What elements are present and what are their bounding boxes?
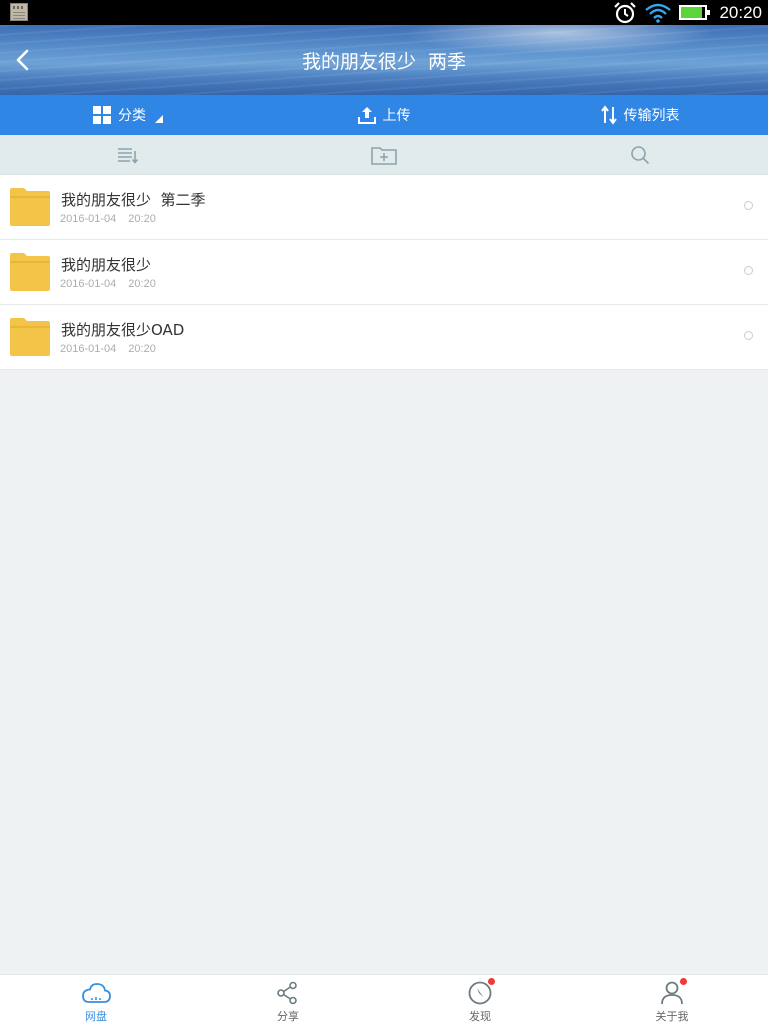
- grid-icon: [93, 106, 111, 124]
- file-list: 我的朋友很少 第二季 2016-01-04 20:20 我的朋友很少 2016-0…: [0, 175, 768, 370]
- search-button[interactable]: [512, 135, 768, 174]
- file-row[interactable]: 我的朋友很少 第二季 2016-01-04 20:20: [0, 175, 768, 240]
- nav-label: 网盘: [85, 1010, 107, 1023]
- page-title: 我的朋友很少 两季: [301, 51, 467, 73]
- file-row[interactable]: 我的朋友很少OAD 2016-01-04 20:20: [0, 305, 768, 370]
- cloud-icon: [82, 983, 111, 1003]
- nav-item-about-me[interactable]: 关于我: [576, 975, 768, 1024]
- notification-badge: [680, 978, 687, 985]
- search-icon: [631, 145, 650, 164]
- file-name: 我的朋友很少 第二季: [61, 191, 206, 209]
- file-date: 2016-01-04: [60, 278, 117, 290]
- alarm-icon: [614, 1, 637, 23]
- select-checkbox[interactable]: [744, 201, 753, 210]
- folder-icon: [10, 188, 50, 226]
- dropdown-caret-icon: [155, 115, 163, 123]
- nav-label: 发现: [469, 1010, 491, 1023]
- nav-label: 分享: [277, 1010, 299, 1023]
- transfer-arrows-icon: [600, 105, 617, 125]
- action-bar: 分类 上传 传输列表: [0, 95, 768, 135]
- file-meta: 2016-01-04 20:20: [60, 278, 156, 290]
- notification-app-icon: [10, 3, 28, 21]
- file-name: 我的朋友很少: [61, 256, 152, 274]
- status-bar: 20:20: [0, 0, 768, 25]
- share-icon: [277, 981, 297, 1005]
- file-time: 20:20: [128, 213, 156, 225]
- file-meta: 2016-01-04 20:20: [60, 213, 156, 225]
- file-date: 2016-01-04: [60, 343, 117, 355]
- upload-label: 上传: [382, 108, 411, 124]
- transfer-list-label: 传输列表: [623, 108, 680, 124]
- nav-item-discover[interactable]: 发现: [384, 975, 576, 1024]
- file-time: 20:20: [128, 343, 156, 355]
- select-checkbox[interactable]: [744, 331, 753, 340]
- folder-icon: [10, 318, 50, 356]
- folder-icon: [10, 253, 50, 291]
- file-date: 2016-01-04: [60, 213, 117, 225]
- transfer-list-button[interactable]: 传输列表: [512, 95, 768, 135]
- sort-list-icon: [118, 147, 139, 164]
- status-time: 20:20: [719, 2, 762, 22]
- new-folder-icon: [371, 146, 397, 165]
- nav-item-cloud-drive[interactable]: 网盘: [0, 975, 192, 1024]
- new-folder-button[interactable]: [256, 135, 512, 174]
- category-button[interactable]: 分类: [0, 95, 256, 135]
- notification-badge: [488, 978, 495, 985]
- file-meta: 2016-01-04 20:20: [60, 343, 156, 355]
- nav-label: 关于我: [655, 1010, 689, 1023]
- upload-button[interactable]: 上传: [256, 95, 512, 135]
- upload-icon: [357, 107, 376, 124]
- sort-button[interactable]: [0, 135, 256, 174]
- category-label: 分类: [118, 108, 146, 124]
- battery-icon: [679, 5, 711, 20]
- tool-bar: [0, 135, 768, 175]
- select-checkbox[interactable]: [744, 266, 753, 275]
- bottom-nav: 网盘 分享 发现 关于我: [0, 974, 768, 1024]
- nav-item-share[interactable]: 分享: [192, 975, 384, 1024]
- wifi-icon: [645, 3, 672, 23]
- header: 我的朋友很少 两季: [0, 25, 768, 95]
- file-time: 20:20: [128, 278, 156, 290]
- file-row[interactable]: 我的朋友很少 2016-01-04 20:20: [0, 240, 768, 305]
- file-name: 我的朋友很少OAD: [61, 321, 185, 339]
